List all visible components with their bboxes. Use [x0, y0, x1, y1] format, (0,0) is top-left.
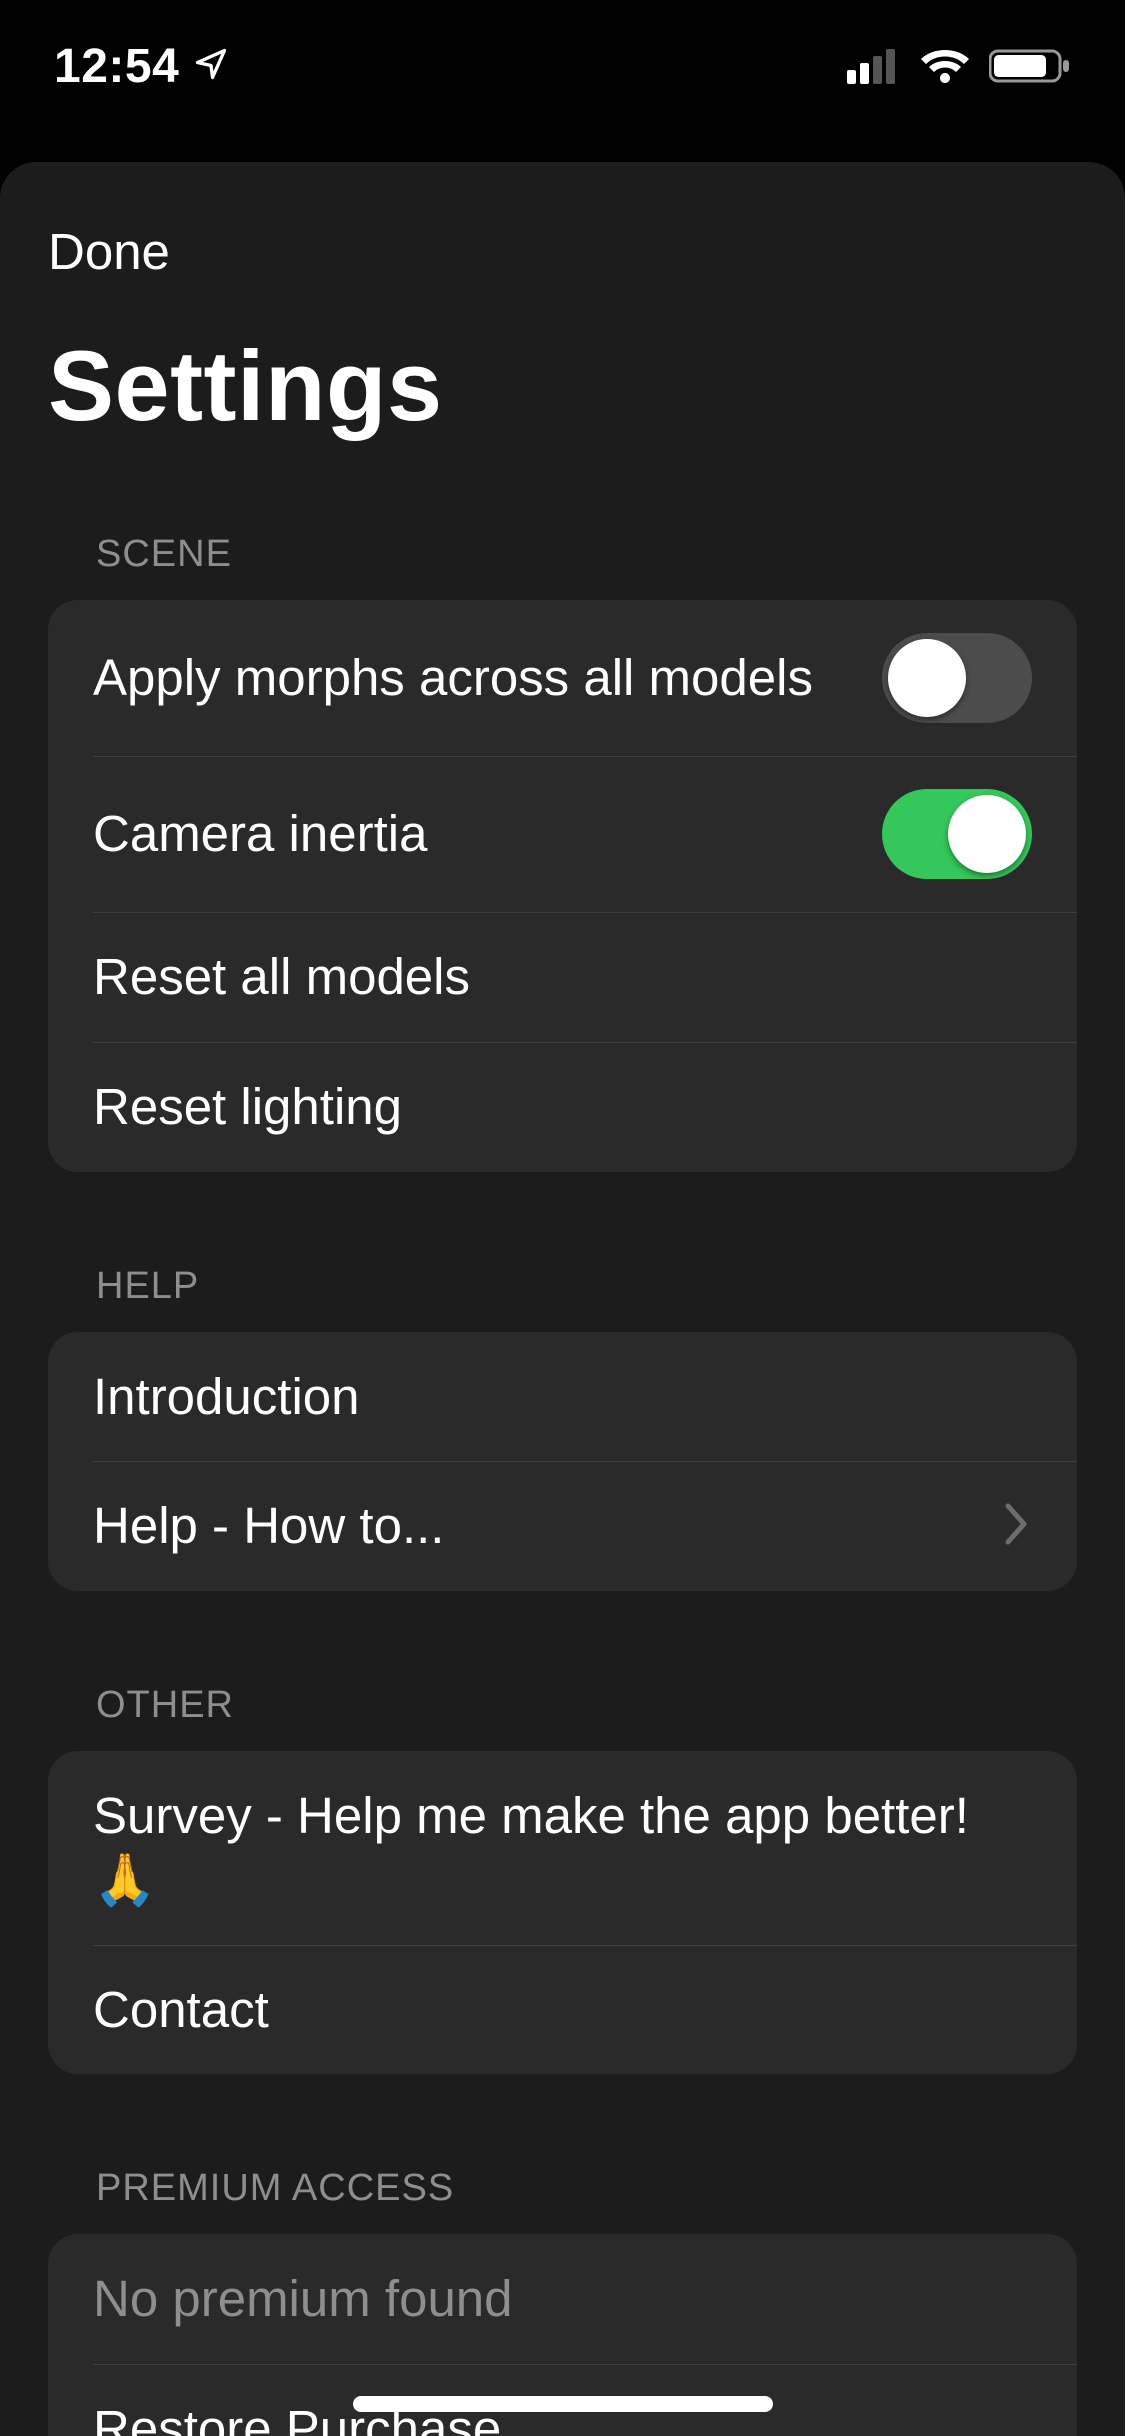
section-rows-scene: Apply morphs across all models Camera in…: [48, 600, 1077, 1172]
done-button[interactable]: Done: [0, 222, 170, 281]
row-apply-morphs[interactable]: Apply morphs across all models: [48, 600, 1077, 756]
row-label-introduction: Introduction: [93, 1365, 360, 1429]
section-rows-help: Introduction Help - How to...: [48, 1332, 1077, 1592]
section-header-other: OTHER: [48, 1684, 1077, 1727]
row-reset-models[interactable]: Reset all models: [48, 912, 1077, 1042]
row-camera-inertia[interactable]: Camera inertia: [48, 756, 1077, 912]
section-rows-other: Survey - Help me make the app better! 🙏 …: [48, 1751, 1077, 2074]
row-survey[interactable]: Survey - Help me make the app better! 🙏: [48, 1751, 1077, 1945]
section-other: OTHER Survey - Help me make the app bett…: [0, 1684, 1125, 2074]
section-header-help: HELP: [48, 1265, 1077, 1308]
status-icons: [847, 47, 1071, 85]
switch-apply-morphs[interactable]: [882, 633, 1032, 723]
chevron-icon: [1002, 1500, 1032, 1553]
row-label-help-howto: Help - How to...: [93, 1494, 444, 1558]
settings-sheet: Done Settings SCENE Apply morphs across …: [0, 162, 1125, 2436]
row-introduction[interactable]: Introduction: [48, 1332, 1077, 1462]
section-help: HELP Introduction Help - How to...: [0, 1265, 1125, 1592]
row-contact[interactable]: Contact: [48, 1945, 1077, 2075]
row-label-reset-lighting: Reset lighting: [93, 1075, 402, 1139]
switch-camera-inertia[interactable]: [882, 789, 1032, 879]
row-label-survey: Survey - Help me make the app better! 🙏: [93, 1784, 1032, 1912]
status-time-container: 12:54: [54, 39, 229, 94]
row-reset-lighting[interactable]: Reset lighting: [48, 1042, 1077, 1172]
cellular-icon: [847, 48, 901, 84]
status-time: 12:54: [54, 39, 179, 94]
page-title: Settings: [0, 329, 1125, 443]
row-label-contact: Contact: [93, 1978, 269, 2042]
row-help-howto[interactable]: Help - How to...: [48, 1461, 1077, 1591]
row-no-premium: No premium found: [48, 2234, 1077, 2364]
battery-icon: [989, 47, 1071, 85]
wifi-icon: [919, 47, 971, 85]
section-scene: SCENE Apply morphs across all models Cam…: [0, 533, 1125, 1172]
section-header-scene: SCENE: [48, 533, 1077, 576]
row-label-apply-morphs: Apply morphs across all models: [93, 646, 813, 710]
status-bar: 12:54: [0, 0, 1125, 132]
row-label-reset-models: Reset all models: [93, 945, 470, 1009]
row-label-no-premium: No premium found: [93, 2267, 513, 2331]
section-header-premium: PREMIUM ACCESS: [48, 2167, 1077, 2210]
row-label-camera-inertia: Camera inertia: [93, 802, 427, 866]
home-indicator: [353, 2396, 773, 2412]
location-icon: [193, 39, 229, 94]
